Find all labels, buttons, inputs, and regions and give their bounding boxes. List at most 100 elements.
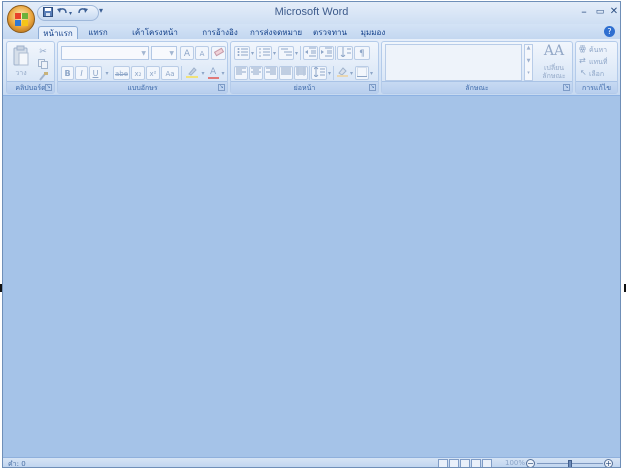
- paragraph-group-label: ย่อหน้า: [231, 81, 378, 93]
- styles-launcher-icon[interactable]: ↘: [563, 84, 570, 91]
- zoom-out-button[interactable]: −: [526, 459, 535, 467]
- superscript-button[interactable]: x²: [146, 66, 160, 80]
- full-screen-reading-icon[interactable]: [449, 459, 459, 467]
- chevron-up-icon[interactable]: ▲: [525, 45, 532, 55]
- subscript-button[interactable]: x₂: [131, 66, 145, 80]
- tab-references[interactable]: การอ้างอิง: [198, 26, 242, 39]
- multilevel-dropdown-icon[interactable]: ▾: [294, 46, 299, 60]
- bullets-dropdown-icon[interactable]: ▾: [250, 46, 255, 60]
- zoom-slider-thumb[interactable]: [568, 460, 572, 467]
- styles-scrollbar[interactable]: ▲ ▼ ▾: [524, 44, 533, 81]
- edge-mark-right: [624, 284, 626, 292]
- paste-icon[interactable]: [12, 45, 30, 67]
- numbering-icon[interactable]: [256, 46, 272, 60]
- draft-icon[interactable]: [482, 459, 492, 467]
- multilevel-list-icon[interactable]: [278, 46, 294, 60]
- underline-dropdown-icon[interactable]: ▾: [103, 66, 111, 80]
- justify-icon[interactable]: [279, 66, 293, 80]
- line-spacing-icon[interactable]: [311, 66, 327, 80]
- align-left-icon[interactable]: [234, 66, 248, 80]
- shading-icon[interactable]: [335, 66, 349, 80]
- paste-label[interactable]: วาง: [11, 69, 31, 77]
- print-layout-icon[interactable]: [438, 459, 448, 467]
- paragraph-launcher-icon[interactable]: ↘: [369, 84, 376, 91]
- word-count[interactable]: คำ: 0: [8, 459, 26, 467]
- paragraph-group: ▾ ▾ ▾ ¶ ▾ ▾ ▾ ย่อหน้า ↘: [230, 41, 379, 94]
- web-layout-icon[interactable]: [460, 459, 470, 467]
- grow-font-button[interactable]: A: [180, 46, 194, 60]
- ribbon: วาง ✂ คลิปบอร์ด ↘ ▼ ▼ A A B I U ▾ abe x₂…: [3, 39, 620, 96]
- quick-access-toolbar: ▾: [37, 5, 99, 21]
- styles-group-label: ลักษณะ: [382, 81, 572, 93]
- close-button[interactable]: ✕: [606, 5, 620, 19]
- strikethrough-button[interactable]: abe: [113, 66, 130, 80]
- tab-review[interactable]: ตรวจทาน: [310, 26, 350, 39]
- redo-icon[interactable]: [77, 7, 88, 20]
- replace-icon: ⇄: [579, 56, 586, 65]
- tab-page-layout[interactable]: เค้าโครงหน้ากระดาษ: [119, 26, 191, 50]
- font-color-button[interactable]: A: [206, 66, 220, 80]
- font-size-combo[interactable]: ▼: [151, 46, 177, 60]
- highlight-icon[interactable]: [184, 66, 200, 80]
- chevron-down-icon[interactable]: ▼: [525, 58, 532, 68]
- chevron-down-icon: ▼: [141, 50, 146, 57]
- decrease-indent-icon[interactable]: [303, 46, 318, 60]
- tab-view[interactable]: มุมมอง: [356, 26, 390, 39]
- title-bar: Microsoft Word ▾ ▾ – ▭ ✕: [3, 2, 620, 24]
- zoom-level[interactable]: 100%: [505, 459, 525, 467]
- numbering-dropdown-icon[interactable]: ▾: [272, 46, 277, 60]
- change-styles-label-line1[interactable]: เปลี่ยน: [536, 64, 572, 72]
- cut-icon[interactable]: ✂: [36, 44, 50, 58]
- select-label: เลือก: [589, 70, 605, 78]
- tab-home[interactable]: หน้าแรก: [38, 26, 78, 39]
- paragraph-separator: [335, 46, 336, 60]
- find-button[interactable]: ꙮ ค้นหา: [578, 44, 618, 56]
- copy-icon[interactable]: [36, 58, 50, 72]
- chevron-down-icon: ▼: [169, 50, 174, 57]
- undo-dropdown-icon[interactable]: ▾: [69, 10, 72, 17]
- clipboard-launcher-icon[interactable]: ↘: [45, 84, 52, 91]
- ribbon-tabs: หน้าแรก แทรก เค้าโครงหน้ากระดาษ การอ้างอ…: [3, 24, 620, 50]
- align-right-icon[interactable]: [264, 66, 278, 80]
- borders-icon[interactable]: [355, 66, 369, 80]
- outline-icon[interactable]: [471, 459, 481, 467]
- office-logo-icon: [15, 13, 28, 26]
- document-area[interactable]: [3, 96, 620, 457]
- font-group-label: แบบอักษร: [58, 81, 227, 93]
- select-button[interactable]: ↖ เลือก: [578, 68, 618, 80]
- change-styles-label-line2[interactable]: ลักษณะ: [536, 72, 572, 80]
- undo-icon[interactable]: [57, 7, 68, 20]
- save-icon[interactable]: [43, 7, 53, 20]
- paragraph-separator: [309, 66, 310, 80]
- align-center-icon[interactable]: [249, 66, 263, 80]
- show-marks-button[interactable]: ¶: [354, 46, 370, 60]
- quick-styles-gallery[interactable]: [385, 44, 522, 81]
- underline-button[interactable]: U: [89, 66, 102, 80]
- minimize-button[interactable]: –: [576, 5, 592, 19]
- help-icon[interactable]: ?: [604, 26, 615, 37]
- font-launcher-icon[interactable]: ↘: [218, 84, 225, 91]
- change-styles-icon[interactable]: AA: [538, 42, 570, 60]
- italic-button[interactable]: I: [75, 66, 88, 80]
- shading-dropdown-icon[interactable]: ▾: [349, 66, 354, 80]
- distributed-icon[interactable]: [294, 66, 308, 80]
- font-name-combo[interactable]: ▼: [61, 46, 149, 60]
- clear-formatting-icon[interactable]: [211, 46, 226, 60]
- customize-qat-icon[interactable]: ▾: [99, 6, 103, 15]
- clipboard-group: วาง ✂ คลิปบอร์ด ↘: [6, 41, 55, 94]
- tab-mailings[interactable]: การส่งจดหมาย: [248, 26, 304, 39]
- office-button[interactable]: [7, 5, 35, 33]
- zoom-in-button[interactable]: +: [604, 459, 613, 467]
- increase-indent-icon[interactable]: [319, 46, 334, 60]
- sort-icon[interactable]: [337, 46, 353, 60]
- line-spacing-dropdown-icon[interactable]: ▾: [327, 66, 332, 80]
- change-case-button[interactable]: Aa: [161, 66, 179, 80]
- shrink-font-button[interactable]: A: [195, 46, 209, 60]
- tab-insert[interactable]: แทรก: [83, 26, 113, 39]
- bold-button[interactable]: B: [61, 66, 74, 80]
- bullets-icon[interactable]: [234, 46, 250, 60]
- more-icon[interactable]: ▾: [525, 70, 532, 80]
- borders-dropdown-icon[interactable]: ▾: [369, 66, 374, 80]
- font-color-dropdown-icon[interactable]: ▾: [220, 66, 226, 80]
- replace-button[interactable]: ⇄ แทนที่: [578, 56, 618, 68]
